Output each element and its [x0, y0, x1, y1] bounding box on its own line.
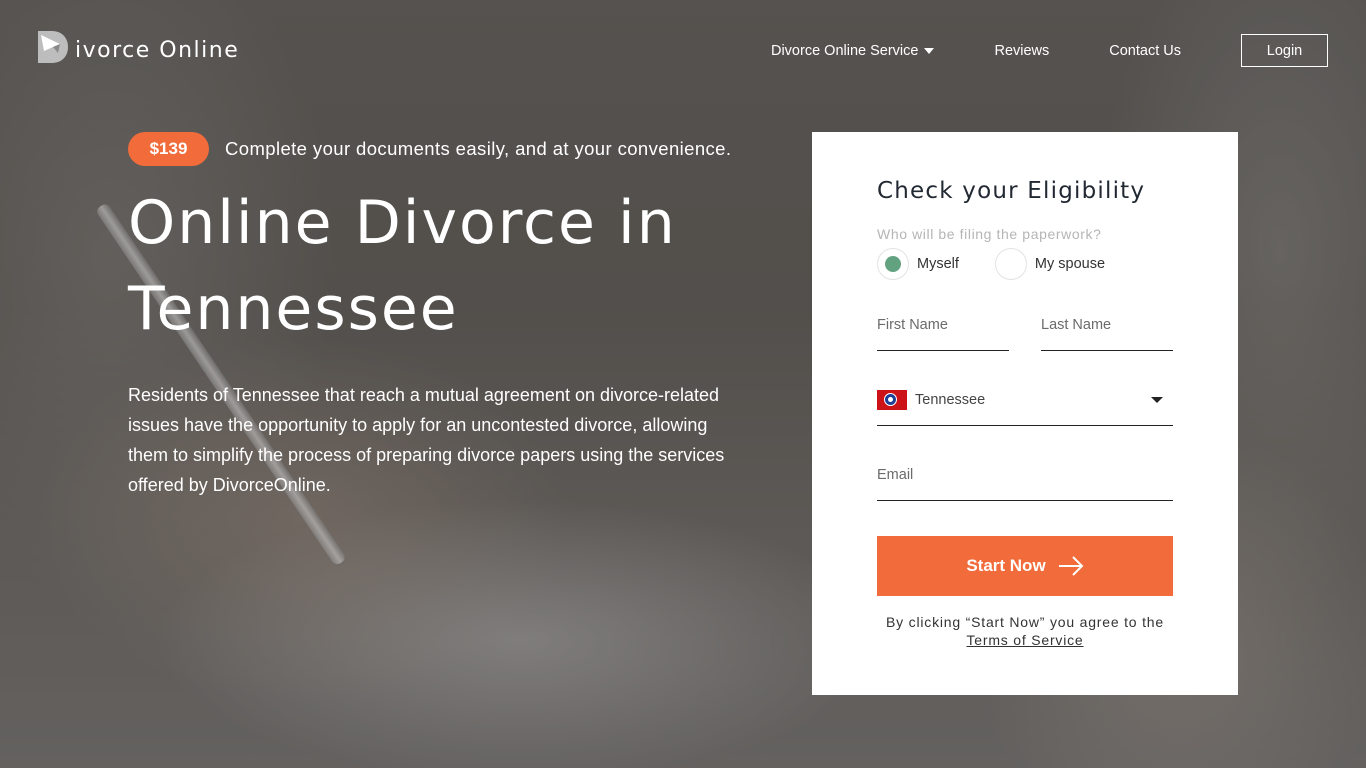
tagline-row: $139 Complete your documents easily, and… — [128, 132, 788, 166]
nav-divorce-online-service[interactable]: Divorce Online Service — [770, 42, 935, 59]
name-row — [877, 314, 1173, 351]
filer-radio-group: Myself My spouse — [877, 248, 1173, 280]
hero-description: Residents of Tennessee that reach a mutu… — [128, 385, 725, 495]
tagline: Complete your documents easily, and at y… — [225, 138, 732, 159]
nav-label: Contact Us — [1109, 42, 1181, 59]
radio-button[interactable] — [994, 248, 1027, 280]
caret-down-icon — [1151, 397, 1163, 403]
arrow-right-icon — [1058, 556, 1084, 576]
nav-reviews[interactable]: Reviews — [994, 43, 1049, 59]
nav-label: Reviews — [994, 42, 1050, 59]
title-line-1: Online Divorce in — [128, 188, 677, 258]
first-name-field — [877, 314, 1009, 351]
title-line-2: Tennessee — [128, 274, 459, 344]
tennessee-flag-icon — [877, 390, 907, 410]
form-title: Check your Eligibility — [877, 178, 1146, 204]
radio-myself[interactable]: Myself — [877, 248, 959, 280]
radio-label: Myself — [917, 256, 959, 272]
page-title: Online Divorce in Tennessee — [128, 180, 788, 352]
d-logo-icon — [38, 31, 68, 63]
start-now-label: Start Now — [966, 556, 1046, 575]
radio-button-selected[interactable] — [877, 248, 909, 280]
agree-text: By clicking “Start Now” you agree to the — [886, 614, 1164, 630]
email-input[interactable] — [877, 465, 1173, 485]
state-select[interactable]: Tennessee — [877, 389, 1173, 426]
radio-label: My spouse — [1034, 256, 1106, 272]
terms-of-service-link[interactable]: Terms of Service — [966, 632, 1083, 648]
nav-label: Divorce Online Service — [770, 42, 919, 59]
start-now-button[interactable]: Start Now — [877, 536, 1173, 596]
state-selected-value: Tennessee — [915, 392, 986, 408]
login-button[interactable]: Login — [1241, 34, 1328, 67]
filing-question: Who will be filing the paperwork? — [877, 226, 1102, 242]
hero-content: $139 Complete your documents easily, and… — [128, 132, 788, 500]
last-name-input[interactable] — [1041, 315, 1173, 335]
email-field — [877, 464, 1173, 501]
terms-notice: By clicking “Start Now” you agree to the… — [877, 613, 1173, 649]
first-name-input[interactable] — [877, 315, 1009, 335]
radio-my-spouse[interactable]: My spouse — [994, 248, 1106, 280]
brand-name: ivorce Online — [75, 38, 240, 63]
last-name-field — [1041, 314, 1173, 351]
chevron-down-icon — [924, 47, 935, 54]
logo[interactable]: ivorce Online — [38, 31, 239, 63]
main-nav: Divorce Online Service Reviews Contact U… — [771, 34, 1328, 67]
radio-selected-dot — [885, 256, 901, 272]
site-header: ivorce Online Divorce Online Service Rev… — [0, 0, 1366, 100]
eligibility-form-card: Check your Eligibility Who will be filin… — [812, 132, 1238, 695]
nav-contact-us[interactable]: Contact Us — [1109, 43, 1181, 59]
price-badge: $139 — [128, 132, 209, 166]
